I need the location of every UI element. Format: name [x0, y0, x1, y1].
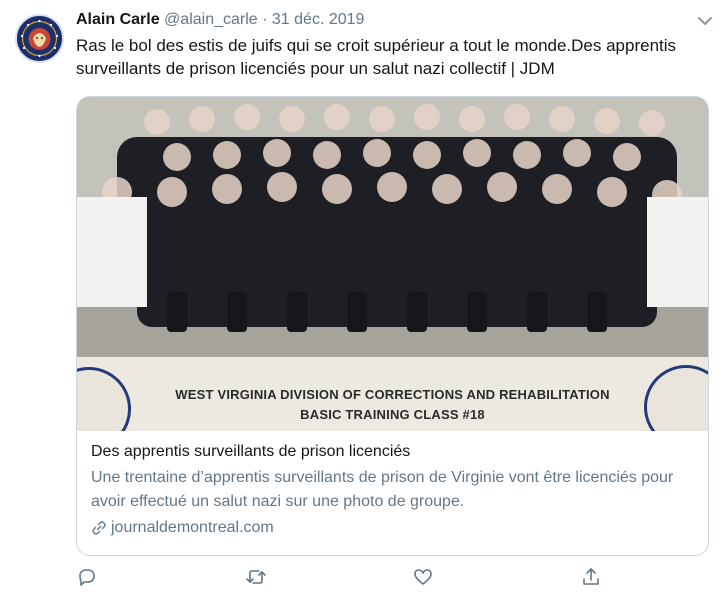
card-image: WEST VIRGINIA DIVISION OF CORRECTIONS AN… [77, 97, 708, 431]
photo-caption-line2: BASIC TRAINING CLASS #18 [300, 407, 485, 422]
tweet: Alain Carle @alain_carle · 31 déc. 2019 … [0, 0, 726, 600]
reply-icon[interactable] [76, 566, 102, 592]
link-card[interactable]: WEST VIRGINIA DIVISION OF CORRECTIONS AN… [76, 96, 709, 556]
link-icon [92, 521, 106, 535]
blurred-group-photo-illustration [77, 97, 708, 357]
tweet-date[interactable]: 31 déc. 2019 [272, 11, 365, 28]
share-icon[interactable] [580, 566, 606, 592]
tweet-header: Alain Carle @alain_carle · 31 déc. 2019 [76, 8, 710, 32]
card-title: Des apprentis surveillants de prison lic… [91, 443, 411, 460]
author-handle[interactable]: @alain_carle [164, 11, 258, 28]
separator-dot: · [262, 11, 268, 28]
more-options-chevron-icon[interactable] [694, 10, 716, 32]
photo-caption-line1: WEST VIRGINIA DIVISION OF CORRECTIONS AN… [175, 387, 610, 402]
tweet-actions [76, 566, 616, 592]
card-domain: journaldemontreal.com [91, 516, 694, 540]
photo-caption-strip: WEST VIRGINIA DIVISION OF CORRECTIONS AN… [77, 357, 708, 431]
card-domain-text: journaldemontreal.com [111, 519, 274, 536]
author-name[interactable]: Alain Carle [76, 11, 160, 28]
avatar[interactable] [15, 14, 64, 63]
group-photo [77, 97, 708, 357]
lion-logo-icon [18, 17, 61, 60]
tweet-text: Ras le bol des estis de juifs qui se cro… [76, 36, 677, 78]
retweet-icon[interactable] [244, 566, 270, 592]
card-body: Des apprentis surveillants de prison lic… [77, 431, 708, 555]
like-icon[interactable] [412, 566, 438, 592]
card-description: Une trentaine d’apprentis surveillants d… [91, 469, 674, 510]
tweet-content: Alain Carle @alain_carle · 31 déc. 2019 … [76, 8, 712, 80]
